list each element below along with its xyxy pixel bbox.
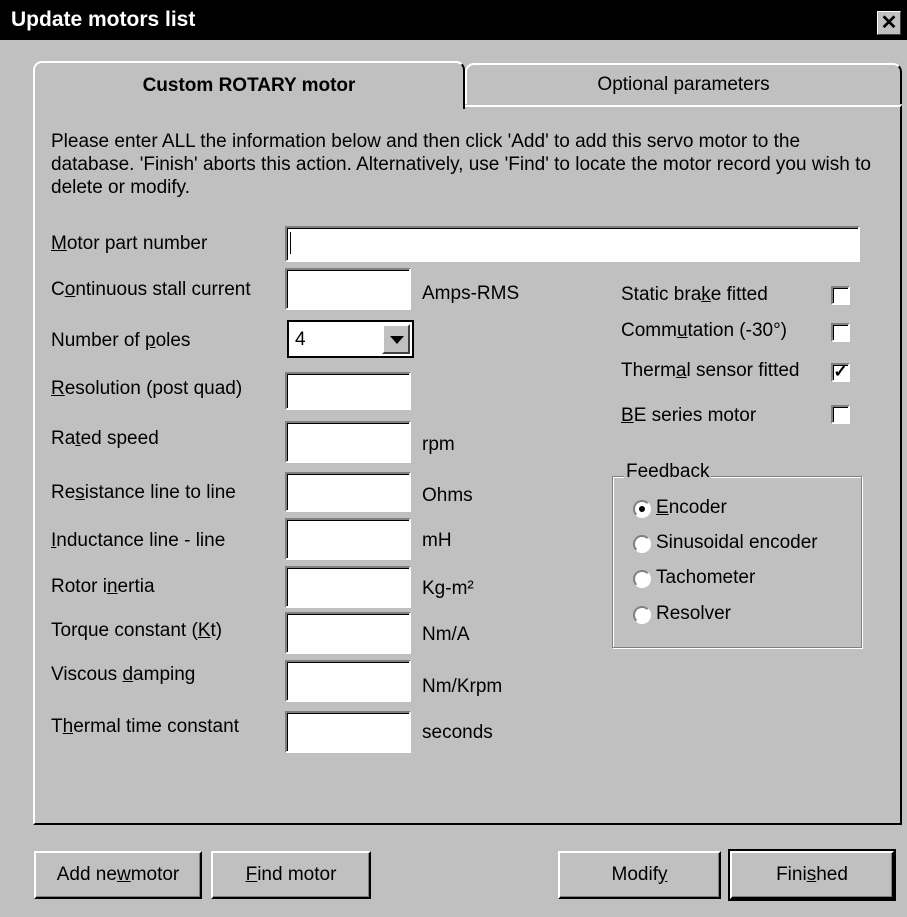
tachometer-label: Tachometer xyxy=(656,567,756,588)
torque-constant-input[interactable] xyxy=(285,612,411,654)
resolver-radio[interactable] xyxy=(633,606,651,624)
rated-speed-label: Rated speed xyxy=(51,428,159,449)
resolution-input[interactable] xyxy=(285,372,411,410)
torque-constant-label: Torque constant (Kt) xyxy=(51,620,223,641)
rated-speed-unit: rpm xyxy=(422,434,455,455)
number-of-poles-select[interactable]: 4 xyxy=(287,320,414,358)
static-brake-label: Static brake fitted xyxy=(621,284,768,305)
continuous-stall-current-label: Continuous stall current xyxy=(51,279,251,300)
find-motor-button[interactable]: Find motor xyxy=(211,851,371,899)
static-brake-checkbox[interactable] xyxy=(831,286,850,305)
window-title: Update motors list xyxy=(11,8,196,31)
sinusoidal-encoder-radio[interactable] xyxy=(633,535,651,553)
commutation-checkbox[interactable] xyxy=(831,323,850,342)
selected-dot-icon xyxy=(639,506,645,512)
resistance-unit: Ohms xyxy=(422,485,473,506)
rotor-inertia-label: Rotor inertia xyxy=(51,576,155,597)
inductance-label: Inductance line - line xyxy=(51,530,226,551)
be-series-label: BE series motor xyxy=(621,405,757,426)
resistance-label: Resistance line to line xyxy=(51,482,236,503)
sinusoidal-encoder-label: Sinusoidal encoder xyxy=(656,532,818,553)
tab-custom-rotary-motor[interactable]: Custom ROTARY motor xyxy=(33,61,465,109)
commutation-label: Commutation (-30°) xyxy=(621,320,788,341)
resolver-label: Resolver xyxy=(656,603,731,624)
feedback-group xyxy=(612,476,862,648)
inductance-unit: mH xyxy=(422,530,452,551)
thermal-sensor-label: Thermal sensor fitted xyxy=(621,360,800,381)
tab-label: Optional parameters xyxy=(597,73,770,95)
thermal-time-constant-label: Thermal time constant xyxy=(51,716,239,737)
motor-part-number-label: Motor part number xyxy=(51,233,208,254)
rotor-inertia-unit: Kg-m² xyxy=(422,578,474,599)
title-bar: Update motors list ✕ xyxy=(0,0,907,40)
viscous-damping-unit: Nm/Krpm xyxy=(422,676,503,697)
check-icon: ✓ xyxy=(833,362,848,381)
close-button[interactable]: ✕ xyxy=(877,11,901,35)
thermal-sensor-checkbox[interactable]: ✓ xyxy=(831,363,850,382)
continuous-stall-current-input[interactable] xyxy=(285,268,411,310)
instructions-text: Please enter ALL the information below a… xyxy=(51,131,871,198)
tab-optional-parameters[interactable]: Optional parameters xyxy=(465,63,902,104)
encoder-label: Encoder xyxy=(656,497,727,518)
motor-part-number-input[interactable] xyxy=(285,226,860,262)
torque-constant-unit: Nm/A xyxy=(422,624,470,645)
thermal-time-constant-input[interactable] xyxy=(285,711,411,753)
inductance-input[interactable] xyxy=(285,518,411,560)
tab-label: Custom ROTARY motor xyxy=(142,75,356,96)
tachometer-radio[interactable] xyxy=(633,570,651,588)
stall-current-unit: Amps-RMS xyxy=(422,283,520,304)
encoder-radio[interactable] xyxy=(633,500,651,518)
thermal-time-constant-unit: seconds xyxy=(422,722,493,743)
finished-button[interactable]: Fini s hed xyxy=(728,849,896,901)
poles-selected-value: 4 xyxy=(295,329,306,350)
viscous-damping-label: Viscous damping xyxy=(51,664,196,685)
be-series-checkbox[interactable] xyxy=(831,405,850,424)
rated-speed-input[interactable] xyxy=(285,421,411,463)
resistance-input[interactable] xyxy=(285,472,411,512)
text-caret xyxy=(290,232,291,254)
feedback-group-title: Feedback xyxy=(624,461,712,483)
number-of-poles-label: Number of poles xyxy=(51,330,191,351)
update-motors-window: Update motors list ✕ Custom ROTARY motor… xyxy=(0,0,907,917)
resolution-label: Resolution (post quad) xyxy=(51,378,243,399)
add-new-motor-button[interactable]: Add ne w motor xyxy=(34,851,202,899)
dropdown-button[interactable] xyxy=(382,324,410,354)
chevron-down-icon xyxy=(390,336,404,344)
close-icon: ✕ xyxy=(880,12,898,34)
viscous-damping-input[interactable] xyxy=(285,660,411,702)
modify-button[interactable]: Modif y xyxy=(558,851,721,899)
rotor-inertia-input[interactable] xyxy=(285,566,411,608)
